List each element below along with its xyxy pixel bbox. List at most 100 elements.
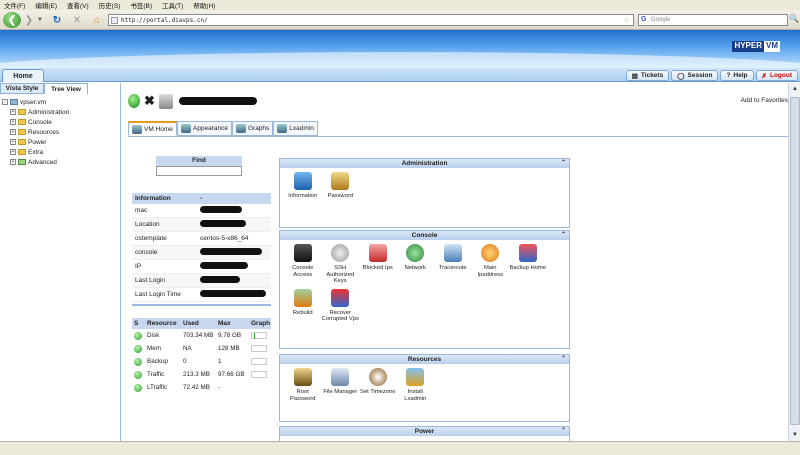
tab-label: VM Home [144,125,173,133]
tree-label: vpser.vm [20,98,47,106]
scroll-up-icon[interactable]: ▲ [790,84,800,94]
help-button[interactable]: ? Help [720,70,754,81]
tree-root[interactable]: - vpser.vm [2,97,120,107]
history-dropdown-icon[interactable]: ▼ [36,12,44,28]
menu-help[interactable]: 帮助(H) [193,0,215,10]
tab-appearance[interactable]: Appearance [176,121,232,136]
tree-item-console[interactable]: + Console [2,117,120,127]
usage-graph[interactable] [251,345,267,352]
resource-name: LTraffic [147,384,168,391]
install-lxadmin-button[interactable]: Install Lxadmin [397,368,435,402]
collapse-icon[interactable]: - [2,99,8,105]
collapse-icon[interactable]: ⌃ [561,427,566,436]
status-cell [132,370,147,379]
main-ipaddress-button[interactable]: Main Ipaddress [472,244,510,285]
session-button[interactable]: ◯ Session [671,70,719,81]
expand-icon[interactable]: + [10,159,16,165]
menu-edit[interactable]: 编辑(E) [35,0,57,10]
menu-view[interactable]: 查看(V) [67,0,89,10]
header-cell: Resource [147,320,177,327]
root-password-button[interactable]: Root Password [284,368,322,402]
tab-vista-style[interactable]: Vista Style [0,83,44,94]
information-button[interactable]: Information [284,172,322,200]
hypervm-logo: HYPER VM [732,41,780,52]
tree-item-extra[interactable]: + Extra [2,147,120,157]
usage-graph[interactable] [251,332,267,339]
tickets-button[interactable]: ▤ Tickets [625,70,670,81]
scroll-down-icon[interactable]: ▼ [790,430,800,440]
expand-icon[interactable]: + [10,109,16,115]
delete-icon[interactable]: ✖ [144,93,155,109]
resource-name: Mem [147,345,161,352]
expand-icon[interactable]: + [10,119,16,125]
backup-home-button[interactable]: Backup Home [509,244,547,285]
table-footer-line [132,304,271,306]
status-cell [132,331,147,340]
search-icon[interactable]: 🔍 [789,14,799,23]
menu-tools[interactable]: 工具(T) [162,0,183,10]
logout-button[interactable]: ✗ Logout [755,70,798,81]
scroll-thumb[interactable] [790,97,800,425]
home-icon[interactable]: ⌂ [90,12,104,28]
traceroute-button[interactable]: Traceroute [434,244,472,285]
status-cell [132,357,147,366]
bookmark-star-icon[interactable]: ☆ [624,15,629,24]
tree-item-advanced[interactable]: + Advanced [2,157,120,167]
item-label: Set Timezone [360,389,396,395]
set-timezone-button[interactable]: Set Timezone [359,368,397,402]
expand-icon[interactable]: + [10,139,16,145]
vertical-scrollbar[interactable]: ▲ ▼ [788,83,800,441]
menu-bookmarks[interactable]: 书签(B) [130,0,152,10]
header-cell: Max [218,320,231,327]
file-manager-button[interactable]: File Manager [322,368,360,402]
forward-icon[interactable]: ❯ [22,12,36,28]
tree-item-resources[interactable]: + Resources [2,127,120,137]
rebuild-button[interactable]: Rebuild [284,288,322,323]
blocked-ips-button[interactable]: Blocked Ips [359,244,397,285]
section-header: Power ⌃ [280,427,569,436]
item-label: Backup Home [509,265,546,271]
tree-item-administration[interactable]: + Administration [2,107,120,117]
add-to-favorites-link[interactable]: Add to Favorites [741,97,788,104]
expand-icon[interactable]: + [10,149,16,155]
reload-icon[interactable]: ↻ [50,12,64,28]
search-input[interactable]: G Google 🔍 [638,14,799,26]
usage-graph[interactable] [251,371,267,378]
administration-section: Administration ⌃ Information Password [279,158,570,228]
table-row: LTraffic 72.42 MB - [132,381,271,394]
resource-max: - [218,384,221,391]
console-access-button[interactable]: Console Access [284,244,322,285]
url-input[interactable]: http://portal.diavps.cn/ ☆ [108,14,634,26]
find-input[interactable] [156,166,242,176]
status-on-icon[interactable] [128,94,140,108]
tree-label: Administration [28,108,70,116]
expand-icon[interactable]: + [10,129,16,135]
tab-lxadmin[interactable]: Lxadmin [273,121,318,136]
tab-graphs[interactable]: Graphs [231,121,274,136]
tree-item-power[interactable]: + Power [2,137,120,147]
item-label: File Manager [323,389,358,395]
left-tabs: Vista Style Tree View [0,83,120,94]
usage-graph[interactable] [251,358,267,365]
collapse-icon[interactable]: ⌃ [561,355,566,364]
tab-tree-view[interactable]: Tree View [44,83,88,94]
table-row: IP [132,260,271,274]
back-icon[interactable]: ❮ [3,12,21,28]
stop-icon[interactable]: ✕ [70,12,84,28]
tab-vm-home[interactable]: VM Home [128,121,177,136]
password-button[interactable]: Password [322,172,360,200]
resource-name: Backup [147,358,169,365]
folder-icon [18,139,26,145]
tab-home[interactable]: Home [2,69,44,82]
vps-status-icons: ✖ [128,93,257,109]
collapse-icon[interactable]: ⌃ [561,231,566,240]
recover-vps-button[interactable]: Recover Corrupted Vps [322,288,360,323]
network-button[interactable]: Network [397,244,435,285]
info-key: ostemplate [135,235,167,242]
menu-history[interactable]: 历史(S) [99,0,121,10]
section-title: Power [414,428,435,435]
header-cell: Used [183,320,199,327]
menu-file[interactable]: 文件(F) [4,0,25,10]
ssh-keys-button[interactable]: SSH Authorized Keys [322,244,360,285]
collapse-icon[interactable]: ⌃ [561,159,566,168]
